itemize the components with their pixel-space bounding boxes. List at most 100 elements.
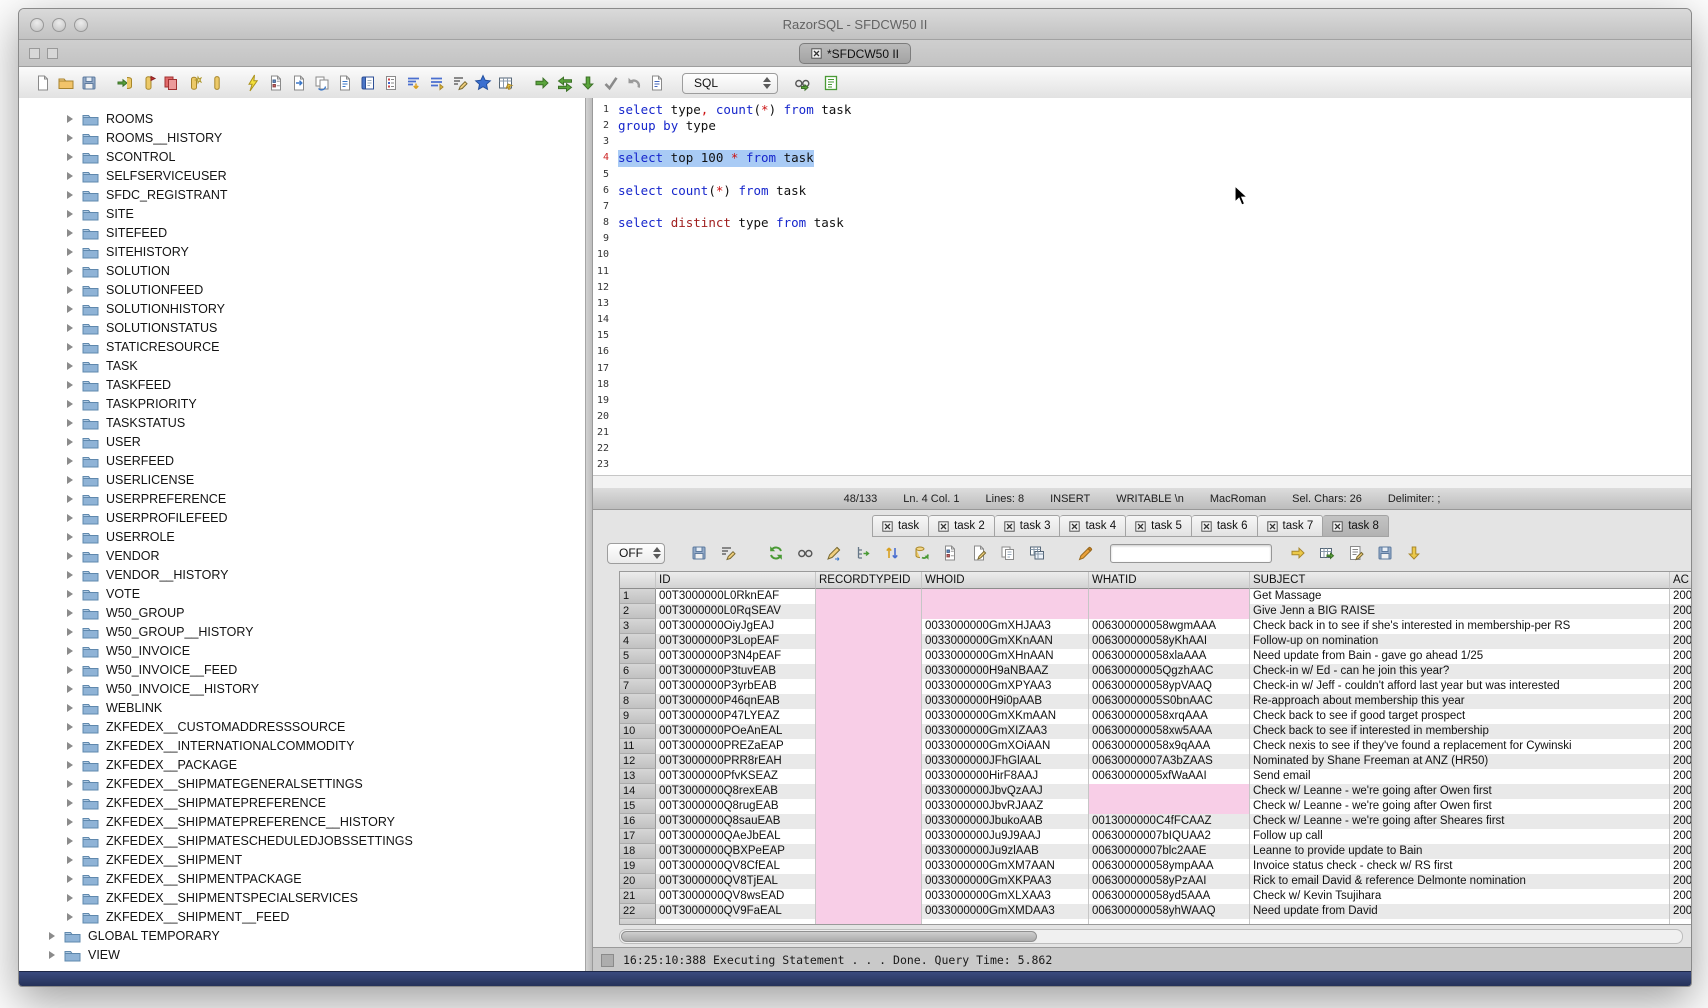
table-row[interactable]: 600T3000000P3tuvEAB0033000000H9aNBAAZ006… xyxy=(620,664,1691,679)
expand-triangle-icon[interactable] xyxy=(67,742,73,750)
cell-whatid[interactable]: 006300000058wgmAAA xyxy=(1089,619,1250,634)
expand-triangle-icon[interactable] xyxy=(67,134,73,142)
tree-item-userprofilefeed[interactable]: USERPROFILEFEED xyxy=(67,508,228,527)
cell-id[interactable]: 00T3000000L0RqSEAV xyxy=(656,604,816,619)
cell-id[interactable]: 00T3000000P3tuvEAB xyxy=(656,664,816,679)
tree-item-userfeed[interactable]: USERFEED xyxy=(67,451,174,470)
cell-whatid[interactable]: 006300000058x9qAAA xyxy=(1089,739,1250,754)
database-browser-tree[interactable]: ROOMSROOMS__HISTORYSCONTROLSELFSERVICEUS… xyxy=(19,98,585,972)
rollback-undo-icon[interactable] xyxy=(622,73,645,94)
table-row[interactable]: 1700T3000000QAeJbEAL0033000000Ju9J9AAJ00… xyxy=(620,829,1691,844)
cell-subject[interactable]: Check w/ Leanne - we're going after Shea… xyxy=(1250,814,1670,829)
sync-pages-icon[interactable] xyxy=(310,73,333,94)
cell-recordtypeid[interactable] xyxy=(816,604,922,619)
tree-item-w50-invoice-feed[interactable]: W50_INVOICE__FEED xyxy=(67,660,237,679)
expand-triangle-icon[interactable] xyxy=(67,172,73,180)
cell-whatid[interactable]: 00630000005QgzhAAC xyxy=(1089,664,1250,679)
expand-triangle-icon[interactable] xyxy=(67,647,73,655)
result-tab-task-5[interactable]: task 5 xyxy=(1126,515,1192,537)
cell-subject[interactable]: Rick to email David & reference Delmonte… xyxy=(1250,874,1670,889)
row-number[interactable]: 1 xyxy=(620,589,656,604)
cell-subject[interactable]: Re-approach about membership this year xyxy=(1250,694,1670,709)
tab-close-icon[interactable] xyxy=(811,48,822,59)
expand-triangle-icon[interactable] xyxy=(67,324,73,332)
code-line-4[interactable]: select top 100 * from task xyxy=(618,150,851,166)
cell-whatid[interactable] xyxy=(1089,604,1250,619)
list-edit-icon[interactable] xyxy=(1344,543,1367,564)
tree-item-rooms-history[interactable]: ROOMS__HISTORY xyxy=(67,128,222,147)
result-tab-task-4[interactable]: task 4 xyxy=(1060,515,1126,537)
tree-item-zkfedex-shipmatepreference[interactable]: ZKFEDEX__SHIPMATEPREFERENCE xyxy=(67,793,326,812)
cell-whoid[interactable] xyxy=(922,604,1089,619)
expand-triangle-icon[interactable] xyxy=(67,761,73,769)
options-form-icon[interactable] xyxy=(938,543,961,564)
cell-subject[interactable]: Follow-up on nomination xyxy=(1250,634,1670,649)
tree-item-zkfedex-shipmentspecialservices[interactable]: ZKFEDEX__SHIPMENTSPECIALSERVICES xyxy=(67,888,358,907)
expand-triangle-icon[interactable] xyxy=(67,780,73,788)
tree-item-sfdc-registrant[interactable]: SFDC_REGISTRANT xyxy=(67,185,228,204)
cell-subject[interactable]: Invoice status check - check w/ RS first xyxy=(1250,859,1670,874)
db-disconnect-icon[interactable] xyxy=(136,73,159,94)
expand-triangle-icon[interactable] xyxy=(67,229,73,237)
code-line-22[interactable] xyxy=(618,441,851,457)
tree-item-sitehistory[interactable]: SITEHISTORY xyxy=(67,242,189,261)
expand-triangle-icon[interactable] xyxy=(67,552,73,560)
sort-filter-icon[interactable] xyxy=(402,73,425,94)
row-number[interactable]: 8 xyxy=(620,694,656,709)
results-table[interactable]: IDRECORDTYPEIDWHOIDWHATIDSUBJECTAC100T30… xyxy=(619,571,1691,925)
cell-whoid[interactable]: 0033000000GmXOiAAN xyxy=(922,739,1089,754)
code-line-13[interactable] xyxy=(618,296,851,312)
cell-ac[interactable]: 200 xyxy=(1670,799,1691,814)
cell-subject[interactable]: Check-in w/ Jeff - couldn't afford last … xyxy=(1250,679,1670,694)
cell-subject[interactable]: Check w/ Kevin Tsujihara xyxy=(1250,889,1670,904)
cell-subject[interactable]: Leanne to provide update to Bain xyxy=(1250,844,1670,859)
table-row[interactable]: 100T3000000L0RknEAFGet Massage200 xyxy=(620,589,1691,604)
cell-recordtypeid[interactable] xyxy=(816,769,922,784)
column-header-whoid[interactable]: WHOID xyxy=(922,572,1089,589)
panel-splitter[interactable] xyxy=(585,98,593,972)
open-folder-icon[interactable] xyxy=(54,73,77,94)
row-number[interactable]: 21 xyxy=(620,889,656,904)
cell-whoid[interactable]: 0033000000GmXHJAA3 xyxy=(922,619,1089,634)
row-number[interactable]: 16 xyxy=(620,814,656,829)
cell-whoid[interactable]: 0033000000GmXKnAAN xyxy=(922,634,1089,649)
glasses-view-icon[interactable] xyxy=(793,543,816,564)
cell-whoid[interactable]: 0033000000GmXHnAAN xyxy=(922,649,1089,664)
tree-item-sitefeed[interactable]: SITEFEED xyxy=(67,223,167,242)
sql-code-area[interactable]: select type, count(*) from taskgroup by … xyxy=(618,102,851,474)
cell-subject[interactable]: Get Massage xyxy=(1250,589,1670,604)
tree-item-solutionhistory[interactable]: SOLUTIONHISTORY xyxy=(67,299,225,318)
row-number[interactable]: 9 xyxy=(620,709,656,724)
cell-whoid[interactable]: 0033000000Ju9J9AAJ xyxy=(922,829,1089,844)
tree-item-zkfedex-internationalcommodity[interactable]: ZKFEDEX__INTERNATIONALCOMMODITY xyxy=(67,736,354,755)
row-number[interactable]: 5 xyxy=(620,649,656,664)
export-page-icon[interactable] xyxy=(287,73,310,94)
cell-whoid[interactable]: 0033000000JFhGlAAL xyxy=(922,754,1089,769)
book-icon[interactable] xyxy=(356,73,379,94)
code-line-3[interactable] xyxy=(618,134,851,150)
row-number[interactable]: 2 xyxy=(620,604,656,619)
code-line-6[interactable]: select count(*) from task xyxy=(618,183,851,199)
cell-whoid[interactable]: 0033000000GmXKmAAN xyxy=(922,709,1089,724)
row-number[interactable]: 18 xyxy=(620,844,656,859)
arrow-right-green-icon[interactable] xyxy=(530,73,553,94)
tab-close-icon[interactable] xyxy=(1201,521,1212,532)
arrows-swap-green-icon[interactable] xyxy=(553,73,576,94)
row-number-header[interactable] xyxy=(620,572,656,589)
cell-subject[interactable]: Check back in to see if she's interested… xyxy=(1250,619,1670,634)
cell-whoid[interactable]: 0033000000H9i0pAAB xyxy=(922,694,1089,709)
execute-lightning-icon[interactable] xyxy=(241,73,264,94)
tree-item-w50-invoice[interactable]: W50_INVOICE xyxy=(67,641,190,660)
expand-triangle-icon[interactable] xyxy=(67,267,73,275)
tree-insert-icon[interactable] xyxy=(851,543,874,564)
cell-whoid[interactable]: 0033000000JbvQzAAJ xyxy=(922,784,1089,799)
code-line-12[interactable] xyxy=(618,280,851,296)
result-tab-task-7[interactable]: task 7 xyxy=(1258,515,1324,537)
tree-item-userrole[interactable]: USERROLE xyxy=(67,527,175,546)
cell-whoid[interactable]: 0033000000GmXIZAA3 xyxy=(922,724,1089,739)
cell-subject[interactable]: Check nexis to see if they've found a re… xyxy=(1250,739,1670,754)
table-row[interactable]: 1400T3000000Q8rexEAB0033000000JbvQzAAJCh… xyxy=(620,784,1691,799)
table-row[interactable] xyxy=(620,919,1691,925)
save-icon[interactable] xyxy=(687,543,710,564)
cell-whoid[interactable]: 0033000000GmXMDAA3 xyxy=(922,904,1089,919)
